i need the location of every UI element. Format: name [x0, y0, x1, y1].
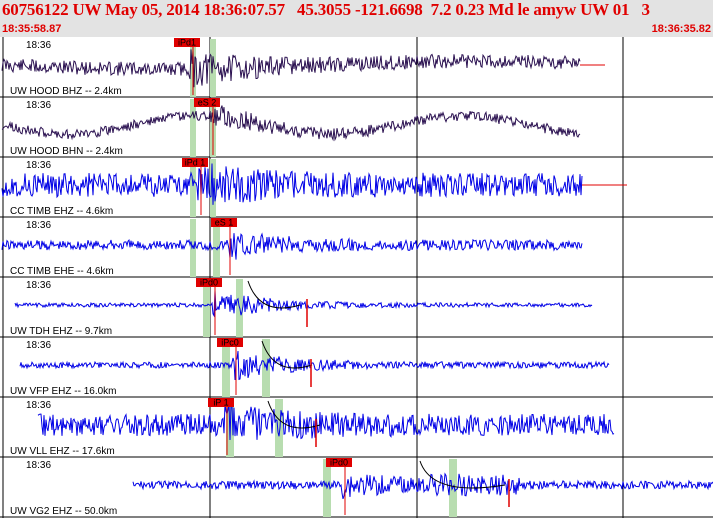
pick-label: iPc0 — [221, 338, 239, 348]
station-label: UW VG2 EHZ -- 50.0km — [10, 506, 117, 517]
station-label: UW HOOD BHN -- 2.4km — [10, 146, 123, 157]
pick-layer: iPd1 eS 2 iPd 1 eS 1 iPd0 iPc0 iP 1 iPd0 — [174, 38, 627, 515]
pick-label: iPd 1 — [185, 158, 206, 168]
waveform-trace — [37, 402, 615, 441]
station-label: CC TIMB EHZ -- 4.6km — [10, 206, 113, 217]
label-layer: 18:36 UW HOOD BHZ -- 2.4km 18:36 UW HOOD BH… — [10, 40, 123, 517]
time-tick-label: 18:36 — [26, 40, 51, 51]
waveform-trace — [1, 232, 583, 260]
time-tick-label: 18:36 — [26, 100, 51, 111]
pick-label: iPd1 — [178, 38, 196, 48]
station-label: UW TDH EHZ -- 9.7km — [10, 326, 112, 337]
time-tick-label: 18:36 — [26, 340, 51, 351]
analysis-window — [262, 339, 270, 397]
station-label: UW HOOD BHZ -- 2.4km — [10, 86, 122, 97]
pick-label: iPd0 — [330, 458, 348, 468]
time-tick-label: 18:36 — [26, 460, 51, 471]
waveform-trace — [14, 290, 593, 318]
header-bar: 60756122 UW May 05, 2014 18:36:07.57 45.… — [0, 0, 713, 37]
pick-label: iP 1 — [213, 398, 228, 408]
time-tick-label: 18:36 — [26, 400, 51, 411]
waveform-trace — [19, 350, 610, 381]
analysis-window — [190, 99, 196, 157]
station-label: UW VLL EHZ -- 17.6km — [10, 446, 115, 457]
analysis-window — [190, 159, 196, 217]
analysis-window — [275, 399, 283, 457]
time-tick-label: 18:36 — [26, 220, 51, 231]
start-time: 18:35:58.87 — [2, 23, 62, 35]
seismogram-panel[interactable]: iPd1 eS 2 iPd 1 eS 1 iPd0 iPc0 iP 1 iPd0 18:36 U… — [0, 37, 713, 518]
coda-curve — [247, 280, 301, 309]
end-time: 18:36:35.82 — [651, 23, 711, 35]
station-label: CC TIMB EHE -- 4.6km — [10, 266, 114, 277]
time-tick-label: 18:36 — [26, 280, 51, 291]
analysis-window — [190, 219, 196, 277]
time-tick-label: 18:36 — [26, 160, 51, 171]
analysis-window — [203, 279, 210, 337]
station-label: UW VFP EHZ -- 16.0km — [10, 386, 117, 397]
pick-label: iPd0 — [200, 278, 218, 288]
waveform-trace — [1, 49, 581, 88]
waveform-trace — [1, 105, 581, 142]
pick-label: eS 1 — [215, 218, 234, 228]
waveform-trace — [1, 163, 583, 205]
waveform-trace — [132, 472, 713, 500]
event-title: 60756122 UW May 05, 2014 18:36:07.57 45.… — [2, 0, 650, 19]
pick-label: eS 2 — [198, 98, 217, 108]
